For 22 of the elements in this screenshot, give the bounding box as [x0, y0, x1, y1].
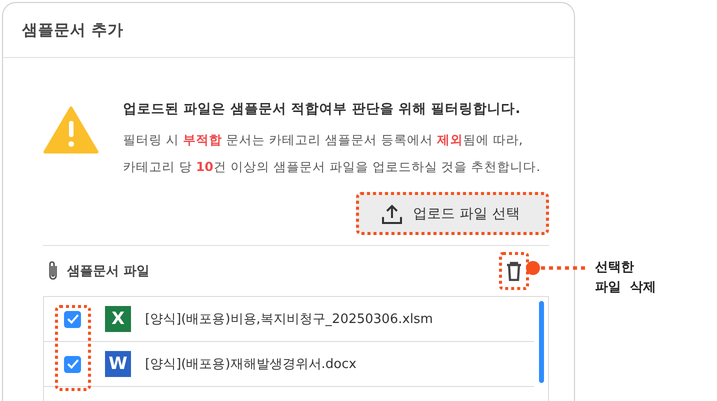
callout-pointer	[525, 260, 587, 276]
warning-icon	[43, 106, 99, 154]
checkbox[interactable]	[64, 356, 81, 372]
paperclip-icon	[47, 260, 59, 282]
checkbox[interactable]	[64, 310, 81, 328]
callout-text: 파일 삭제	[595, 279, 656, 297]
file-name: [양식](배포용)재해발생경위서.docx	[145, 356, 356, 373]
notice-text: 카테고리 당 10건 이상의 샘플문서 파일을 업로드하실 것을 추천합니다.	[123, 158, 540, 176]
scrollbar[interactable]	[539, 301, 544, 383]
notice-heading: 업로드된 파일은 샘플문서 적합여부 판단을 위해 필터링합니다.	[123, 100, 522, 118]
file-row[interactable]: X [양식](배포용)비용,복지비청구_20250306.xlsm	[44, 297, 534, 342]
upload-icon	[381, 202, 404, 224]
trash-icon	[506, 261, 522, 281]
file-type-icon: X	[105, 306, 131, 332]
file-row[interactable]: W [양식](배포용)재해발생경위서.docx	[44, 342, 534, 387]
notice-text: 필터링 시 부적합 문서는 카테고리 샘플문서 등록에서 제외됨에 따라,	[123, 131, 524, 149]
upload-button[interactable]: 업로드 파일 선택	[356, 192, 549, 235]
file-type-icon: W	[105, 351, 131, 377]
file-name: [양식](배포용)비용,복지비청구_20250306.xlsm	[145, 311, 433, 328]
section-label: 샘플문서 파일	[67, 263, 150, 280]
dialog-title: 샘플문서 추가	[22, 20, 124, 40]
callout-text: 선택한	[595, 259, 635, 277]
